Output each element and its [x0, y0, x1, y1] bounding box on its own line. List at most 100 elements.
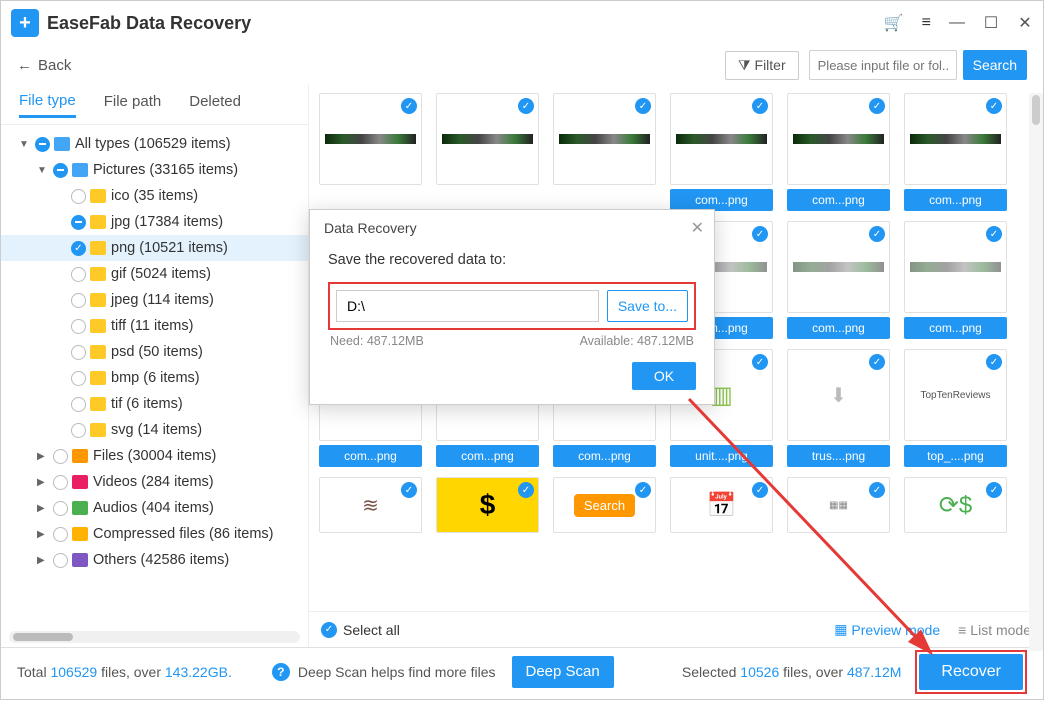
menu-list-icon[interactable]: ≡: [922, 14, 931, 32]
tree-tif[interactable]: tif (6 items): [1, 391, 308, 417]
checkbox-icon[interactable]: [53, 163, 68, 178]
preview-mode-button[interactable]: ▦ Preview mode: [834, 621, 940, 638]
category-tabs: File type File path Deleted: [1, 85, 308, 125]
thumb-item[interactable]: ✓com...png: [787, 93, 890, 211]
back-arrow-icon: ←: [17, 57, 32, 74]
check-icon[interactable]: ✓: [869, 354, 885, 370]
checkbox-icon[interactable]: [71, 215, 86, 230]
checkbox-icon[interactable]: [53, 527, 68, 542]
check-icon[interactable]: ✓: [986, 482, 1002, 498]
tree-pictures[interactable]: ▼Pictures (33165 items): [1, 157, 308, 183]
checkbox-icon[interactable]: [71, 423, 86, 438]
checkbox-icon[interactable]: [71, 241, 86, 256]
checkbox-icon[interactable]: [53, 501, 68, 516]
filter-label: Filter: [755, 57, 786, 73]
checkbox-icon[interactable]: [71, 189, 86, 204]
need-size-label: Need: 487.12MB: [330, 334, 424, 348]
check-icon[interactable]: ✓: [986, 226, 1002, 242]
list-icon: ≡: [958, 622, 966, 638]
check-icon[interactable]: ✓: [635, 98, 651, 114]
thumb-item[interactable]: ✓com...png: [904, 93, 1007, 211]
select-all-checkbox[interactable]: ✓ Select all: [321, 622, 400, 638]
tree-ico[interactable]: ico (35 items): [1, 183, 308, 209]
check-icon[interactable]: ✓: [986, 98, 1002, 114]
check-icon[interactable]: ✓: [518, 98, 534, 114]
vertical-scrollbar[interactable]: [1029, 93, 1043, 651]
list-mode-button[interactable]: ≡ List mode: [958, 622, 1031, 638]
save-path-input[interactable]: [336, 290, 599, 322]
check-icon[interactable]: ✓: [869, 226, 885, 242]
checkbox-icon[interactable]: [53, 553, 68, 568]
tree-png[interactable]: png (10521 items): [1, 235, 308, 261]
checkbox-icon[interactable]: [71, 319, 86, 334]
check-icon[interactable]: ✓: [752, 482, 768, 498]
filter-button[interactable]: ⧩ Filter: [725, 51, 799, 80]
thumb-item[interactable]: ✓≋: [319, 477, 422, 533]
cart-icon[interactable]: 🛒: [884, 13, 904, 33]
dialog-close-button[interactable]: ✕: [691, 218, 704, 238]
ok-button[interactable]: OK: [632, 362, 696, 390]
thumb-item[interactable]: ✓: [553, 93, 656, 211]
check-icon[interactable]: ✓: [401, 482, 417, 498]
tree-jpeg[interactable]: jpeg (114 items): [1, 287, 308, 313]
tab-deleted[interactable]: Deleted: [189, 93, 241, 116]
check-icon[interactable]: ✓: [635, 482, 651, 498]
checkbox-icon[interactable]: [71, 397, 86, 412]
check-icon[interactable]: ✓: [518, 482, 534, 498]
thumb-item[interactable]: ✓Search: [553, 477, 656, 533]
checkbox-icon[interactable]: [71, 345, 86, 360]
thumb-item[interactable]: ✓: [319, 93, 422, 211]
thumb-item[interactable]: ✓▦▦: [787, 477, 890, 533]
check-icon[interactable]: ✓: [752, 98, 768, 114]
checkbox-icon[interactable]: [71, 293, 86, 308]
check-icon[interactable]: ✓: [869, 98, 885, 114]
search-input[interactable]: [809, 50, 957, 80]
minimize-button[interactable]: —: [949, 15, 965, 31]
path-row-highlight: Save to...: [328, 282, 696, 330]
help-icon[interactable]: ?: [272, 663, 290, 681]
checkbox-icon[interactable]: [53, 449, 68, 464]
tree-bmp[interactable]: bmp (6 items): [1, 365, 308, 391]
thumb-item[interactable]: ✓⬇trus....png: [787, 349, 890, 467]
tab-file-type[interactable]: File type: [19, 92, 76, 118]
check-icon[interactable]: ✓: [752, 226, 768, 242]
checkbox-icon[interactable]: [35, 137, 50, 152]
tree-compressed[interactable]: ▶Compressed files (86 items): [1, 521, 308, 547]
tree-svg[interactable]: svg (14 items): [1, 417, 308, 443]
check-icon[interactable]: ✓: [752, 354, 768, 370]
deep-scan-button[interactable]: Deep Scan: [512, 656, 614, 688]
checkbox-icon[interactable]: [71, 371, 86, 386]
checkbox-icon[interactable]: [71, 267, 86, 282]
close-button[interactable]: ✕: [1017, 15, 1033, 31]
tree-jpg[interactable]: jpg (17384 items): [1, 209, 308, 235]
maximize-button[interactable]: ☐: [983, 15, 999, 31]
checkbox-icon[interactable]: [53, 475, 68, 490]
thumb-item[interactable]: ✓⟳$: [904, 477, 1007, 533]
thumb-item[interactable]: ✓com...png: [787, 221, 890, 339]
tree-videos[interactable]: ▶Videos (284 items): [1, 469, 308, 495]
tree-others[interactable]: ▶Others (42586 items): [1, 547, 308, 573]
thumb-item[interactable]: ✓: [436, 93, 539, 211]
thumb-item[interactable]: ✓com...png: [904, 221, 1007, 339]
tree-gif[interactable]: gif (5024 items): [1, 261, 308, 287]
thumb-item[interactable]: ✓📅: [670, 477, 773, 533]
tree-psd[interactable]: psd (50 items): [1, 339, 308, 365]
check-icon[interactable]: ✓: [869, 482, 885, 498]
tree-tiff[interactable]: tiff (11 items): [1, 313, 308, 339]
tree-all-types[interactable]: ▼All types (106529 items): [1, 131, 308, 157]
status-bar: Total 106529 files, over 143.22GB. ? Dee…: [1, 647, 1043, 695]
check-icon[interactable]: ✓: [401, 98, 417, 114]
thumb-item[interactable]: ✓$: [436, 477, 539, 533]
save-to-button[interactable]: Save to...: [607, 290, 688, 322]
recover-button[interactable]: Recover: [919, 654, 1023, 690]
available-size-label: Available: 487.12MB: [580, 334, 694, 348]
check-icon[interactable]: ✓: [986, 354, 1002, 370]
tree-audios[interactable]: ▶Audios (404 items): [1, 495, 308, 521]
tree-files[interactable]: ▶Files (30004 items): [1, 443, 308, 469]
tab-file-path[interactable]: File path: [104, 93, 162, 116]
thumb-item[interactable]: ✓com...png: [670, 93, 773, 211]
search-button[interactable]: Search: [963, 50, 1027, 80]
back-button[interactable]: ← Back: [17, 57, 71, 74]
thumb-item[interactable]: ✓TopTenReviewstop_....png: [904, 349, 1007, 467]
tree-horizontal-scrollbar[interactable]: [9, 631, 300, 643]
